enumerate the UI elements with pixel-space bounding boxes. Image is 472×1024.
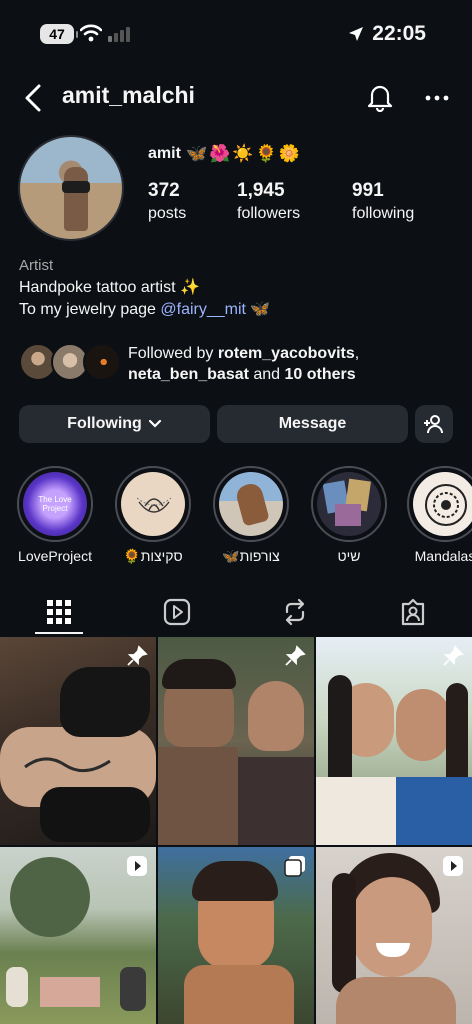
highlight-label: 🦋צורפות: [222, 548, 280, 564]
profile-header: amit_malchi: [0, 76, 472, 120]
jewelry-page-link[interactable]: @fairy__mit: [160, 301, 246, 318]
grid-tab[interactable]: [0, 590, 118, 634]
add-person-icon: [424, 415, 443, 434]
more-options-icon[interactable]: [424, 86, 450, 110]
mutual-followers-avatars[interactable]: [19, 343, 121, 383]
stat-following[interactable]: 991 following: [352, 180, 414, 223]
location-arrow-icon: [349, 27, 364, 41]
highlight-cover-text: The Love Project: [38, 495, 72, 513]
pin-icon: [127, 645, 148, 666]
highlight-label: LoveProject: [18, 548, 92, 564]
lotus-sketch-icon: [136, 497, 172, 513]
battery-indicator: 47: [40, 24, 78, 44]
mandala-icon: [425, 484, 467, 526]
message-button[interactable]: Message: [217, 405, 408, 443]
tagged-tab[interactable]: [354, 590, 472, 634]
following-label: following: [352, 205, 415, 222]
message-button-label: Message: [278, 415, 347, 432]
mutual-followers-text[interactable]: Followed by rotem_yacobovits, neta_ben_ba…: [128, 343, 359, 385]
status-bar: 47 22:05: [0, 0, 472, 70]
posts-count: 372: [148, 180, 180, 201]
chevron-down-icon: [148, 419, 161, 428]
highlight-sketches[interactable]: 🌻סקיצות: [114, 466, 192, 565]
following-button[interactable]: Following: [19, 405, 210, 443]
reel-icon: [443, 856, 463, 876]
add-person-button[interactable]: [415, 405, 453, 443]
followers-count: 1,945: [237, 180, 285, 201]
repost-icon: [285, 598, 305, 626]
mutual-separator: ,: [354, 345, 360, 362]
carousel-icon: [284, 856, 305, 877]
pin-icon: [443, 645, 464, 666]
highlight-shit[interactable]: שיט: [310, 466, 388, 564]
highlight-loveproject[interactable]: The Love Project LoveProject: [16, 466, 94, 564]
grid-icon: [47, 600, 71, 624]
mutual-others: 10 others: [284, 366, 356, 383]
reels-tab[interactable]: [118, 590, 236, 634]
reels-icon: [163, 598, 191, 626]
highlight-label: Mandalas: [414, 548, 472, 564]
posts-label: posts: [148, 205, 187, 222]
mutual-and: and: [248, 366, 285, 383]
bio-line-2-text: To my jewelry page: [19, 301, 161, 318]
highlight-label: 🌻סקיצות: [123, 548, 183, 564]
mutual-prefix: Followed by: [128, 345, 218, 362]
display-name: amit: [148, 145, 181, 162]
post-tile-picnic[interactable]: [0, 847, 156, 1024]
bio-line-2: To my jewelry page @fairy__mit 🦋: [19, 299, 270, 319]
display-name-emojis: 🦋🌺☀️🌻🌼: [186, 144, 302, 163]
post-tile-couple[interactable]: [158, 637, 314, 845]
profile-category: Artist: [19, 257, 54, 274]
mutual-user-1: rotem_yacobovits: [217, 345, 355, 362]
post-tile-selfie[interactable]: [316, 847, 472, 1024]
reel-icon: [127, 856, 147, 876]
cellular-signal-icon: [108, 27, 130, 42]
clock: 22:05: [372, 22, 426, 45]
following-button-label: Following: [67, 415, 142, 432]
reposts-tab[interactable]: [236, 590, 354, 634]
highlight-jewelry[interactable]: 🦋צורפות: [212, 466, 290, 565]
stat-followers[interactable]: 1,945 followers: [237, 180, 300, 223]
followers-label: followers: [237, 205, 301, 222]
highlight-label: שיט: [337, 548, 361, 564]
following-count: 991: [352, 180, 384, 201]
active-tab-indicator: [35, 632, 83, 634]
pin-icon: [285, 645, 306, 666]
post-tile-tattoo[interactable]: [0, 637, 156, 845]
profile-username: amit_malchi: [62, 82, 195, 108]
bio-line-1: Handpoke tattoo artist ✨: [19, 279, 200, 296]
wifi-icon: [80, 24, 102, 42]
post-tile-friends[interactable]: [316, 637, 472, 845]
notification-bell-icon[interactable]: [366, 82, 394, 112]
profile-avatar[interactable]: [18, 135, 124, 241]
post-tile-portrait-braids[interactable]: [158, 847, 314, 1024]
tagged-person-icon: [401, 598, 425, 626]
mutual-avatar: [83, 343, 121, 381]
stat-posts[interactable]: 372 posts: [148, 180, 186, 223]
bio-line-2-suffix: 🦋: [245, 301, 271, 318]
mutual-user-2: neta_ben_basat: [128, 366, 249, 383]
back-chevron-icon[interactable]: [20, 82, 48, 114]
highlight-mandalas[interactable]: Mandalas: [406, 466, 472, 564]
